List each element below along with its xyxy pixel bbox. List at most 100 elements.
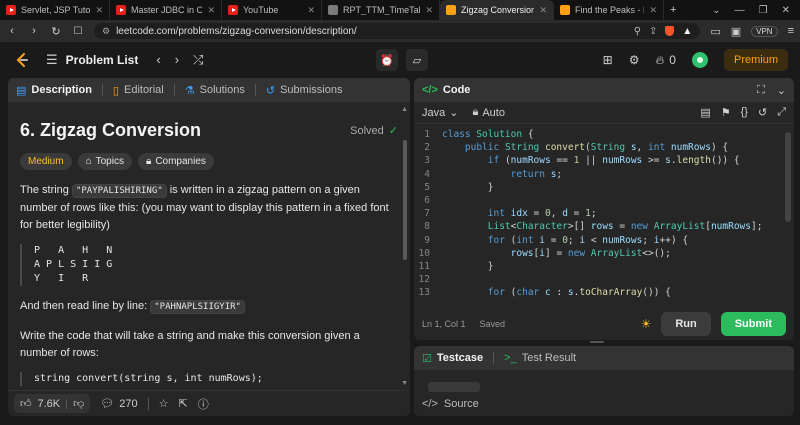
tab-search-icon[interactable]: ⌄ [712, 5, 720, 16]
premium-button[interactable]: Premium [723, 49, 788, 71]
forward-icon[interactable]: › [28, 25, 40, 37]
browser-tab[interactable]: YouTube ✕ [222, 0, 322, 20]
expand-icon[interactable]: ⛶ [757, 84, 765, 97]
code-text: } [442, 261, 494, 272]
code-text: for (char c : s.toCharArray()) { [442, 287, 671, 298]
fullscreen-icon[interactable]: ⤢ [777, 106, 786, 119]
editor-footer: Ln 1, Col 1 Saved ☀ Run Submit [414, 310, 794, 338]
code-token: numRows [710, 221, 751, 233]
scroll-down-arrow[interactable]: ▼ [401, 380, 408, 387]
help-icon[interactable]: ⓘ [198, 396, 209, 412]
tab-test-result[interactable]: >_ Test Result [504, 352, 576, 364]
code-token: List [487, 221, 511, 233]
source-bar[interactable]: </> Source [414, 392, 794, 416]
reset-icon[interactable]: ↺ [758, 106, 767, 119]
tab-testcase[interactable]: ☑ Testcase [422, 352, 483, 365]
problem-title[interactable]: 6. Zigzag Conversion [20, 120, 201, 141]
minimize-icon[interactable]: — [735, 5, 745, 16]
tab-submissions[interactable]: ↺ Submissions [266, 84, 343, 97]
browser-tab[interactable]: Zigzag Conversion - LeetC ✕ [440, 0, 554, 20]
code-token: length [676, 155, 711, 167]
maximize-icon[interactable]: ❐ [759, 5, 768, 16]
timer-icon[interactable]: ⏰ [376, 49, 398, 71]
code-token: if [487, 155, 505, 167]
case-tab[interactable] [428, 382, 480, 392]
editor-scrollbar[interactable] [785, 132, 791, 222]
streak-counter[interactable]: 🔥︎ 0 [655, 53, 676, 68]
close-tab-icon[interactable]: ✕ [95, 5, 103, 16]
brave-shield-icon[interactable] [665, 26, 675, 36]
tab-description[interactable]: ▤ Description [16, 84, 92, 97]
thumbs-down-icon[interactable]: 👎︎ [73, 397, 84, 410]
avatar[interactable] [691, 52, 708, 68]
star-icon[interactable]: ☆ [159, 397, 169, 410]
leetcode-logo-icon[interactable] [12, 50, 32, 70]
collapse-icon[interactable]: ⌄ [777, 84, 786, 97]
sidebar-icon[interactable]: ▭ [710, 25, 720, 38]
tab-code[interactable]: </> Code [422, 84, 470, 96]
thumbs-up-icon[interactable]: 👍︎ [20, 397, 32, 410]
notes-icon[interactable]: ▱ [406, 49, 428, 71]
debug-icon[interactable]: ☀ [641, 317, 652, 331]
warning-icon[interactable]: ▲ [682, 26, 692, 37]
settings-icon[interactable]: ⚙ [629, 53, 640, 67]
close-icon[interactable]: ✕ [782, 5, 790, 16]
wallet-icon[interactable]: ▣ [731, 25, 741, 38]
scroll-up-arrow[interactable]: ▲ [401, 106, 408, 113]
close-tab-icon[interactable]: ✕ [307, 5, 315, 16]
back-icon[interactable]: ‹ [6, 25, 18, 37]
tab-solutions[interactable]: ⚗ Solutions [185, 84, 245, 97]
code-token: ++) { [659, 234, 689, 246]
next-problem-icon[interactable]: › [175, 52, 179, 68]
list-icon: ☰ [46, 52, 58, 67]
close-tab-icon[interactable]: ✕ [539, 5, 547, 16]
menu-icon[interactable]: ≡ [788, 25, 794, 37]
code-brackets-icon: </> [422, 398, 438, 410]
code-editor[interactable]: 1 class Solution {2 public String convert… [414, 124, 794, 310]
language-select[interactable]: Java ⌄ [422, 106, 458, 120]
lock-icon: 🔒︎ [472, 106, 479, 118]
browser-tab[interactable]: Servlet, JSP Tutorial - YouTube ✕ [0, 0, 110, 20]
bookmark-icon[interactable]: ⚑ [721, 106, 731, 119]
code-token: ArrayList [653, 221, 706, 233]
topics-chip[interactable]: ⌂ Topics [77, 153, 132, 170]
share-icon[interactable]: ⇱ [179, 397, 188, 410]
code-panel: </> Code ⛶ ⌄ Java ⌄ 🔒︎ Auto ▤ ⚑ {} ↺ ⤢ 1… [414, 78, 794, 340]
shuffle-icon[interactable]: ⤮ [193, 52, 203, 68]
apps-grid-icon[interactable]: ⊞ [603, 53, 613, 67]
comments-button[interactable]: 💬︎ 270 [100, 397, 137, 411]
auto-mode[interactable]: 🔒︎ Auto [472, 106, 505, 119]
share-icon[interactable]: ⇪ [649, 26, 657, 37]
vpn-button[interactable]: VPN [751, 25, 778, 37]
close-tab-icon[interactable]: ✕ [649, 5, 657, 16]
browser-tab[interactable]: Master JDBC in One Shot 🚀 : C ✕ [110, 0, 222, 20]
resize-handle[interactable] [590, 341, 604, 343]
close-tab-icon[interactable]: ✕ [207, 5, 215, 16]
browser-tab[interactable]: Find the Peaks - LeetCode ✕ [554, 0, 664, 20]
tab-editorial[interactable]: ▯ Editorial [113, 84, 164, 97]
line-number: 3 [424, 155, 430, 167]
bookmark-icon[interactable]: ☐ [72, 26, 84, 37]
submit-button[interactable]: Submit [720, 312, 786, 336]
prev-problem-icon[interactable]: ‹ [156, 52, 160, 68]
url-field[interactable]: ⚙ leetcode.com/problems/zigzag-conversio… [94, 23, 701, 39]
problem-list-button[interactable]: ☰ Problem List [46, 52, 138, 68]
search-icon[interactable]: ⚲ [634, 26, 641, 37]
braces-icon[interactable]: {} [741, 106, 748, 119]
code-token: } [487, 181, 494, 193]
code-token: : [550, 287, 568, 299]
site-info-icon[interactable]: ⚙ [102, 26, 110, 37]
save-status: Saved [479, 319, 506, 329]
new-tab-button[interactable]: + [664, 0, 682, 20]
close-tab-icon[interactable]: ✕ [425, 5, 433, 16]
browser-tab-label: Find the Peaks - LeetCode [575, 5, 644, 15]
browser-tab[interactable]: RPT_TTM_TimeTableTran_Stude ✕ [322, 0, 440, 20]
code-token: = [527, 208, 545, 220]
run-button[interactable]: Run [661, 312, 711, 336]
line-number: 9 [424, 234, 430, 246]
code-token: ArrayList [590, 247, 643, 259]
reload-icon[interactable]: ↻ [50, 25, 62, 38]
companies-chip[interactable]: 🔒︎ Companies [137, 153, 214, 170]
note-icon[interactable]: ▤ [700, 106, 710, 119]
scrollbar-thumb[interactable] [403, 140, 407, 260]
